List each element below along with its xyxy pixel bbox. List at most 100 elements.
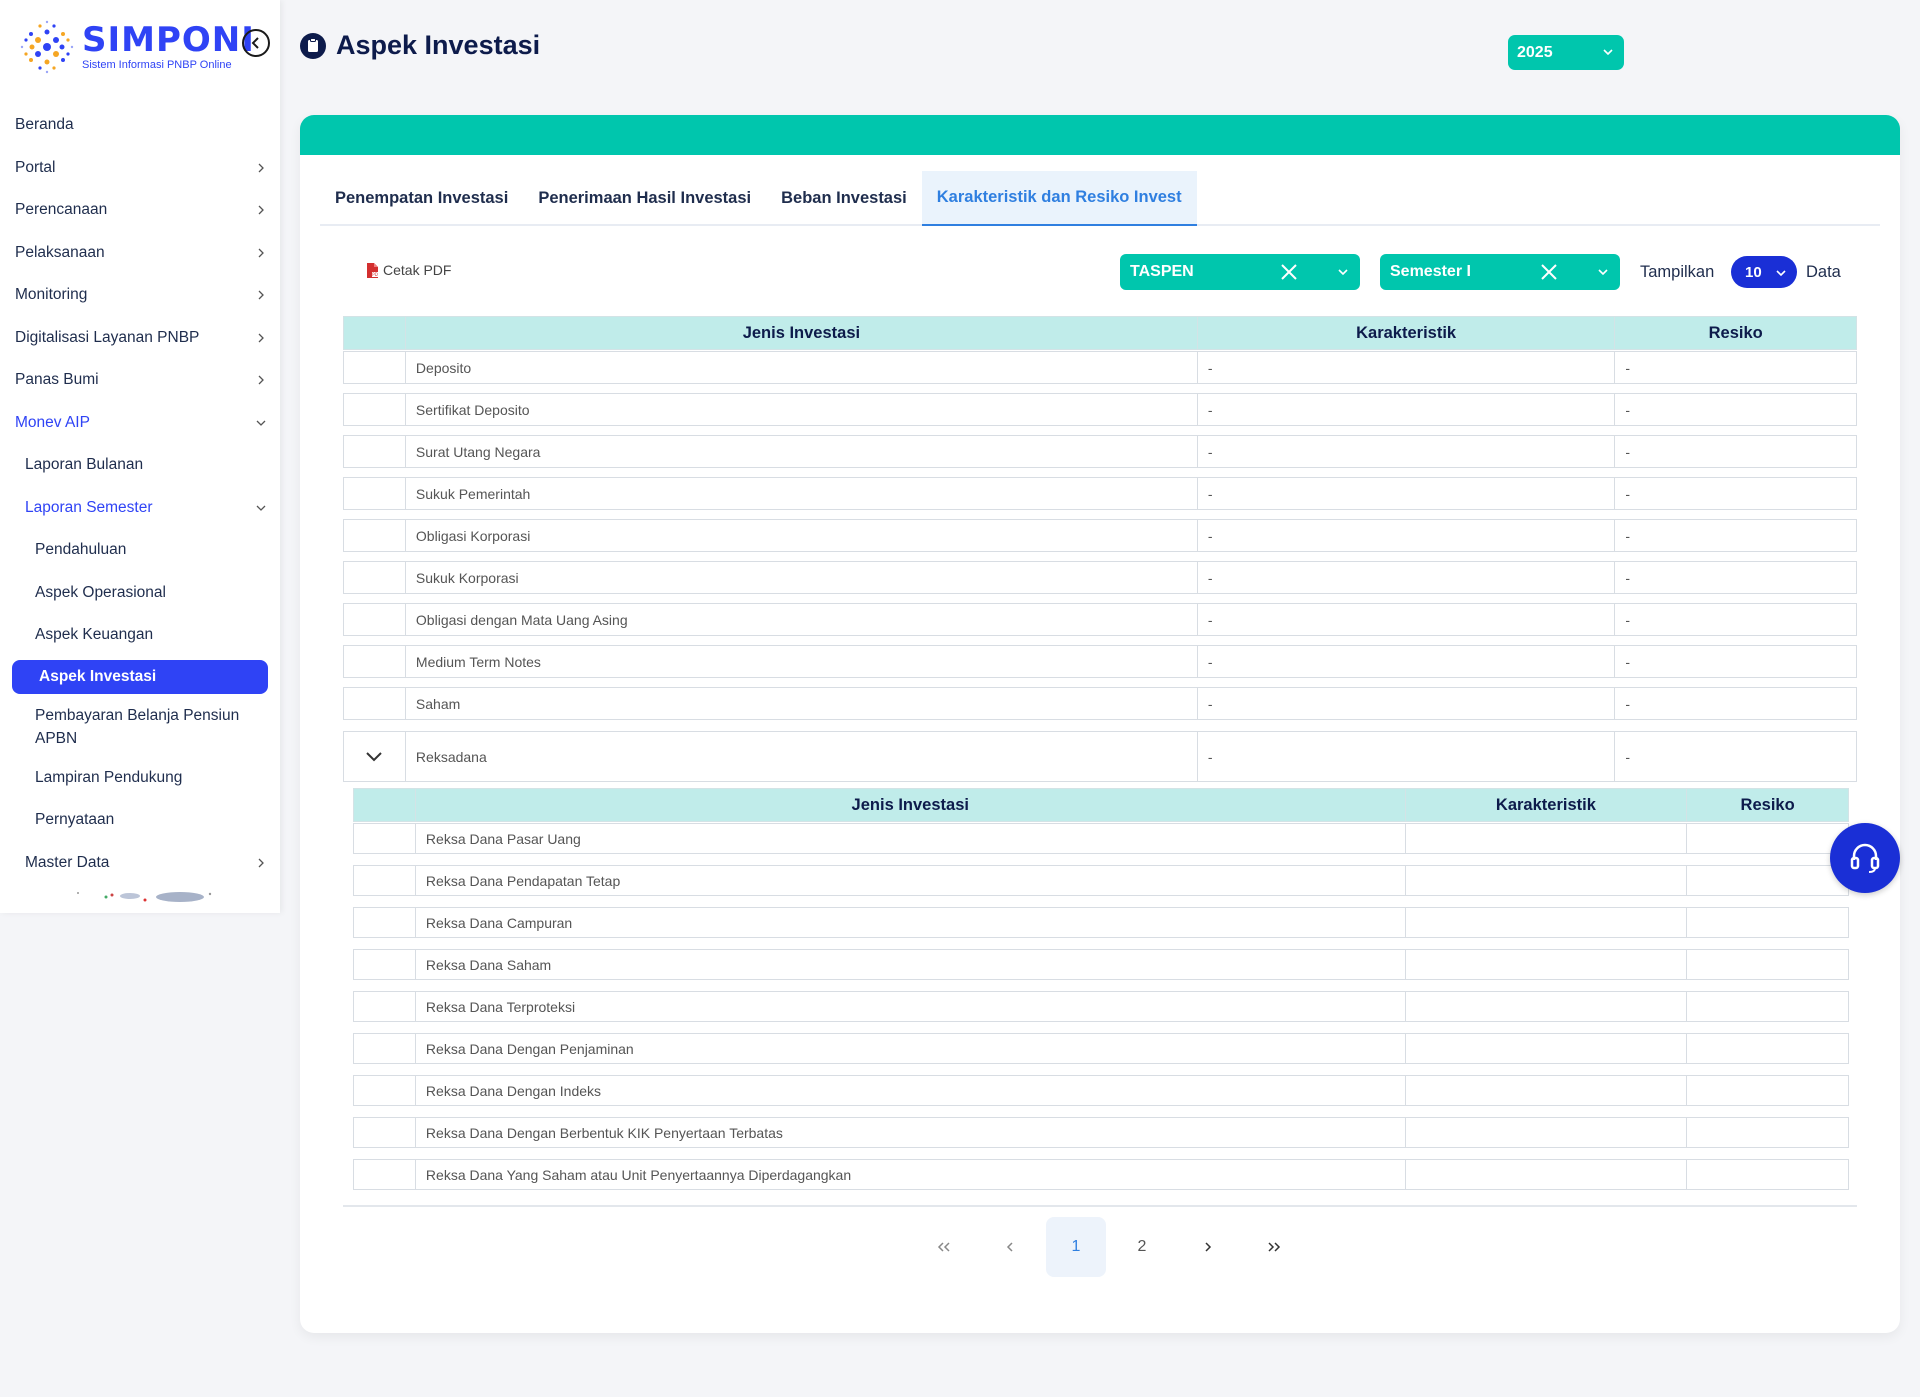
cell-jenis: Reksa Dana Pendapatan Tetap [414, 866, 1405, 895]
chevron-right-icon [258, 248, 264, 258]
cell-resiko: - [1614, 394, 1856, 425]
cell-resiko: - [1614, 562, 1856, 593]
page-size-value: 10 [1745, 263, 1762, 281]
page-title: Aspek Investasi [336, 30, 541, 60]
table-row[interactable]: Surat Utang Negara - - [343, 435, 1857, 468]
sidebar-item-aspek-keuangan[interactable]: Aspek Keuangan [0, 614, 280, 657]
table-row[interactable]: Obligasi Korporasi - - [343, 519, 1857, 552]
row-expand-toggle[interactable] [344, 732, 405, 781]
app-tagline: Sistem Informasi PNBP Online [82, 59, 232, 71]
year-select[interactable]: 2025 [1508, 35, 1624, 70]
subtable-row[interactable]: Reksa Dana Pasar Uang [353, 823, 1849, 854]
tab-penempatan-investasi[interactable]: Penempatan Investasi [320, 171, 523, 226]
print-pdf-button[interactable]: PDF Cetak PDF [366, 262, 451, 278]
sidebar-item-pendahuluan[interactable]: Pendahuluan [0, 529, 280, 572]
close-icon[interactable] [1540, 263, 1558, 281]
year-select-value: 2025 [1517, 43, 1553, 61]
tab-penerimaan-hasil-investasi[interactable]: Penerimaan Hasil Investasi [523, 171, 766, 226]
sidebar-item-laporan-bulanan[interactable]: Laporan Bulanan [0, 444, 280, 487]
sidebar-item-beranda[interactable]: Beranda [0, 104, 280, 147]
table-row[interactable]: Obligasi dengan Mata Uang Asing - - [343, 603, 1857, 636]
subtable-row[interactable]: Reksa Dana Campuran [353, 907, 1849, 938]
help-chat-button[interactable] [1830, 823, 1900, 893]
sidebar-item-laporan-semester[interactable]: Laporan Semester [0, 487, 280, 530]
table-header-resiko: Resiko [1614, 317, 1856, 349]
cell-karakteristik: - [1196, 604, 1614, 635]
first-page-button[interactable] [914, 1217, 974, 1277]
page-size-select[interactable]: 10 [1731, 256, 1797, 288]
next-page-button[interactable] [1178, 1217, 1238, 1277]
tab-beban-investasi[interactable]: Beban Investasi [766, 171, 922, 226]
chevron-right-icon [258, 205, 264, 215]
table-row[interactable]: Saham - - [343, 687, 1857, 720]
chevron-down-icon [1776, 270, 1786, 277]
sidebar-item-pernyataan[interactable]: Pernyataan [0, 799, 280, 842]
sidebar-item-master-data[interactable]: Master Data [0, 842, 280, 885]
double-chevron-right-icon [1268, 1242, 1281, 1252]
table-row[interactable]: Sukuk Korporasi - - [343, 561, 1857, 594]
cell-jenis: Obligasi dengan Mata Uang Asing [404, 604, 1197, 635]
sidebar-item-pembayaran-belanja-pensiun[interactable]: Pembayaran Belanja Pensiun APBN [0, 697, 280, 757]
sidebar-item-monev-aip[interactable]: Monev AIP [0, 402, 280, 445]
sidebar-item-panas-bumi[interactable]: Panas Bumi [0, 359, 280, 402]
table-row-expanded[interactable]: Reksadana - - [343, 731, 1857, 782]
cell-karakteristik: - [1196, 394, 1614, 425]
clipboard-icon [300, 32, 326, 59]
data-label: Data [1806, 263, 1841, 281]
cell-jenis: Saham [404, 688, 1197, 719]
tab-karakteristik-resiko[interactable]: Karakteristik dan Resiko Invest [921, 171, 1197, 226]
subtable-header-karakteristik: Karakteristik [1404, 789, 1687, 821]
semester-select-value: Semester I [1390, 263, 1471, 280]
simponi-logo-icon [18, 18, 76, 76]
sidebar-item-pelaksanaan[interactable]: Pelaksanaan [0, 232, 280, 275]
last-page-button[interactable] [1244, 1217, 1304, 1277]
sidebar-item-portal[interactable]: Portal [0, 147, 280, 190]
page-header: Aspek Investasi [300, 30, 540, 61]
app-logo[interactable]: SIMPONI Sistem Informasi PNBP Online [18, 18, 255, 76]
tab-bar: Penempatan Investasi Penerimaan Hasil In… [320, 171, 1880, 226]
double-chevron-left-icon [937, 1242, 950, 1252]
cell-karakteristik: - [1196, 520, 1614, 551]
page-button[interactable]: 2 [1112, 1217, 1172, 1277]
sidebar-item-lampiran-pendukung[interactable]: Lampiran Pendukung [0, 757, 280, 800]
cell-jenis: Sertifikat Deposito [404, 394, 1197, 425]
chevron-down-icon [256, 420, 266, 426]
sidebar-item-monitoring[interactable]: Monitoring [0, 274, 280, 317]
cell-karakteristik: - [1196, 688, 1614, 719]
subtable-row[interactable]: Reksa Dana Pendapatan Tetap [353, 865, 1849, 896]
cell-jenis: Reksadana [404, 732, 1197, 781]
subtable-header-jenis: Jenis Investasi [414, 789, 1405, 821]
sidebar-item-digitalisasi[interactable]: Digitalisasi Layanan PNBP [0, 317, 280, 360]
entity-select[interactable]: TASPEN [1120, 254, 1360, 290]
sidebar-item-aspek-operasional[interactable]: Aspek Operasional [0, 572, 280, 615]
subtable-row[interactable]: Reksa Dana Saham [353, 949, 1849, 980]
chevron-right-icon [258, 375, 264, 385]
cell-jenis: Reksa Dana Campuran [414, 908, 1405, 937]
svg-text:PDF: PDF [372, 272, 378, 277]
sidebar-collapse-button[interactable] [242, 29, 270, 57]
cell-resiko: - [1614, 478, 1856, 509]
cell-resiko: - [1614, 646, 1856, 677]
semester-select[interactable]: Semester I [1380, 254, 1620, 290]
cell-karakteristik: - [1196, 478, 1614, 509]
subtable-row[interactable]: Reksa Dana Terproteksi [353, 991, 1849, 1022]
table-row[interactable]: Sukuk Pemerintah - - [343, 477, 1857, 510]
prev-page-button[interactable] [980, 1217, 1040, 1277]
subtable-row[interactable]: Reksa Dana Dengan Indeks [353, 1075, 1849, 1106]
close-icon[interactable] [1280, 263, 1298, 281]
cell-resiko: - [1614, 688, 1856, 719]
subtable-row[interactable]: Reksa Dana Dengan Berbentuk KIK Penyerta… [353, 1117, 1849, 1148]
cell-jenis: Reksa Dana Pasar Uang [414, 824, 1405, 853]
cell-jenis: Sukuk Korporasi [404, 562, 1197, 593]
table-row[interactable]: Medium Term Notes - - [343, 645, 1857, 678]
table-row[interactable]: Sertifikat Deposito - - [343, 393, 1857, 426]
table-row[interactable]: Deposito - - [343, 351, 1857, 384]
subtable-row[interactable]: Reksa Dana Yang Saham atau Unit Penyerta… [353, 1159, 1849, 1190]
page-button[interactable]: 1 [1046, 1217, 1106, 1277]
table-header: Jenis Investasi Karakteristik Resiko [343, 316, 1857, 350]
print-pdf-label: Cetak PDF [383, 262, 452, 278]
show-entries-label: Tampilkan [1640, 263, 1715, 281]
sidebar-item-aspek-investasi[interactable]: Aspek Investasi [12, 659, 268, 694]
sidebar-item-perencanaan[interactable]: Perencanaan [0, 189, 280, 232]
subtable-row[interactable]: Reksa Dana Dengan Penjaminan [353, 1033, 1849, 1064]
